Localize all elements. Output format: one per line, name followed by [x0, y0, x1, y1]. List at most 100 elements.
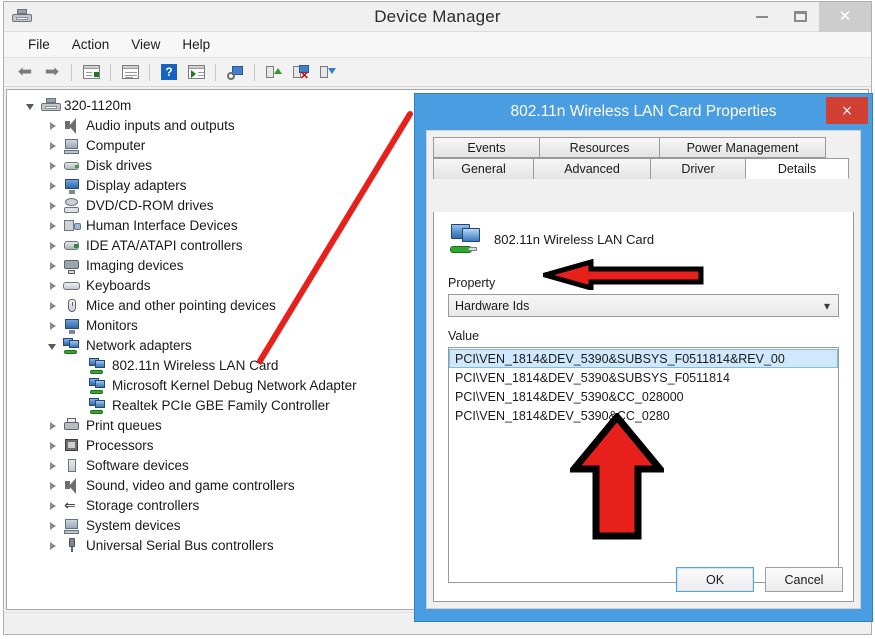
tree-item-label: Imaging devices: [86, 258, 184, 273]
expand-collapse-icon[interactable]: [47, 260, 60, 273]
expand-collapse-icon[interactable]: [47, 200, 60, 213]
processor-icon: [63, 438, 81, 454]
update-driver-button[interactable]: [262, 61, 286, 83]
tab-driver[interactable]: Driver: [650, 158, 746, 179]
tree-item-label: Universal Serial Bus controllers: [86, 538, 274, 553]
expand-collapse-icon[interactable]: [47, 280, 60, 293]
window-titlebar: Device Manager ✕: [4, 1, 871, 32]
dialog-title: 802.11n Wireless LAN Card Properties: [510, 103, 777, 120]
dvd-drive-icon: [63, 198, 81, 214]
tab-advanced[interactable]: Advanced: [533, 158, 651, 179]
expand-collapse-icon[interactable]: [47, 160, 60, 173]
storage-controller-icon: ⇐: [64, 498, 76, 514]
forward-button[interactable]: ➡: [40, 61, 64, 83]
tab-details[interactable]: Details: [745, 158, 849, 179]
expand-collapse-icon[interactable]: [47, 500, 60, 513]
tab-resources[interactable]: Resources: [539, 137, 660, 158]
value-list-item[interactable]: PCI\VEN_1814&DEV_5390&SUBSYS_F0511814: [449, 368, 838, 387]
tab-strip: Events Resources Power Management Genera…: [427, 131, 860, 179]
up-arrow-to-hardware-id-values: [570, 413, 664, 540]
hid-icon: [63, 218, 81, 234]
tree-item-label: Print queues: [86, 418, 162, 433]
toolbar-separator: [149, 63, 150, 81]
printer-icon: [63, 418, 81, 434]
menu-bar: File Action View Help: [4, 32, 871, 58]
computer-icon: [63, 518, 81, 534]
menu-action[interactable]: Action: [62, 34, 120, 55]
expand-collapse-icon[interactable]: [47, 140, 60, 153]
value-label: Value: [448, 329, 480, 343]
tab-general[interactable]: General: [433, 158, 534, 179]
ide-controller-icon: [63, 238, 81, 254]
value-list-item[interactable]: PCI\VEN_1814&DEV_5390&SUBSYS_F0511814&RE…: [449, 349, 838, 368]
expand-collapse-icon[interactable]: [47, 540, 60, 553]
tree-item-label: Keyboards: [86, 278, 151, 293]
tree-item-label: Computer: [86, 138, 146, 153]
tree-item-label: Microsoft Kernel Debug Network Adapter: [112, 378, 357, 393]
imaging-device-icon: [63, 258, 81, 274]
expand-collapse-icon[interactable]: [47, 440, 60, 453]
disable-device-button[interactable]: [316, 61, 340, 83]
tree-item-label: Software devices: [86, 458, 189, 473]
network-adapter-icon: [63, 338, 81, 354]
menu-view[interactable]: View: [121, 34, 170, 55]
close-icon: ×: [841, 102, 853, 119]
dialog-titlebar: 802.11n Wireless LAN Card Properties ×: [415, 94, 872, 130]
property-dropdown[interactable]: Hardware Ids ▾: [448, 294, 839, 317]
dialog-buttons: OK Cancel: [676, 567, 843, 592]
expand-collapse-icon[interactable]: [47, 460, 60, 473]
back-icon: ⬅: [17, 61, 33, 82]
tree-item-label: Network adapters: [86, 338, 192, 353]
value-list-item[interactable]: PCI\VEN_1814&DEV_5390&CC_028000: [449, 387, 838, 406]
menu-help[interactable]: Help: [172, 34, 220, 55]
tree-item-label: DVD/CD-ROM drives: [86, 198, 214, 213]
tree-item-label: System devices: [86, 518, 181, 533]
expand-collapse-icon[interactable]: [47, 220, 60, 233]
computer-root-icon: [41, 98, 61, 114]
ok-button[interactable]: OK: [676, 567, 754, 592]
scan-for-hardware-changes-button[interactable]: [223, 61, 247, 83]
expand-collapse-icon[interactable]: [47, 320, 60, 333]
help-button[interactable]: ?: [157, 61, 181, 83]
toolbar-separator: [71, 63, 72, 81]
tab-row-top: Events Resources Power Management: [433, 137, 854, 158]
left-arrow-to-hardware-ids: [543, 259, 704, 290]
mouse-icon: [63, 298, 81, 314]
display-adapter-icon: [63, 178, 81, 194]
show-hide-console-tree-button[interactable]: [79, 61, 103, 83]
menu-file[interactable]: File: [18, 34, 60, 55]
tree-item-label: Mice and other pointing devices: [86, 298, 276, 313]
expand-collapse-icon[interactable]: [47, 300, 60, 313]
tree-root-label: 320-1120m: [64, 98, 132, 113]
tree-item-label: Realtek PCIe GBE Family Controller: [112, 398, 330, 413]
expand-collapse-icon[interactable]: [47, 420, 60, 433]
expand-collapse-icon[interactable]: [47, 340, 60, 353]
expand-collapse-icon[interactable]: [47, 120, 60, 133]
dialog-close-button[interactable]: ×: [826, 97, 868, 124]
toolbar: ⬅ ➡ ? ✕: [4, 58, 871, 87]
expand-collapse-icon[interactable]: [47, 180, 60, 193]
speaker-icon: [63, 478, 81, 494]
cancel-button[interactable]: Cancel: [765, 567, 843, 592]
device-header: 802.11n Wireless LAN Card: [434, 212, 853, 254]
toolbar-separator: [215, 63, 216, 81]
disable-device-icon: [320, 65, 336, 80]
tree-item-label: Disk drives: [86, 158, 153, 173]
scan-for-hardware-changes-icon: [227, 65, 243, 80]
help-icon: ?: [161, 64, 177, 80]
expand-collapse-icon[interactable]: [47, 520, 60, 533]
back-button[interactable]: ⬅: [13, 61, 37, 83]
tab-events[interactable]: Events: [433, 137, 540, 158]
expand-collapse-icon[interactable]: [25, 100, 38, 113]
expand-collapse-icon[interactable]: [47, 240, 60, 253]
tab-row-bottom: General Advanced Driver Details: [433, 158, 854, 179]
properties-button[interactable]: [118, 61, 142, 83]
software-device-icon: [63, 458, 81, 474]
expand-collapse-icon[interactable]: [47, 480, 60, 493]
run-button[interactable]: [184, 61, 208, 83]
uninstall-device-button[interactable]: ✕: [289, 61, 313, 83]
tab-power-management[interactable]: Power Management: [659, 137, 826, 158]
